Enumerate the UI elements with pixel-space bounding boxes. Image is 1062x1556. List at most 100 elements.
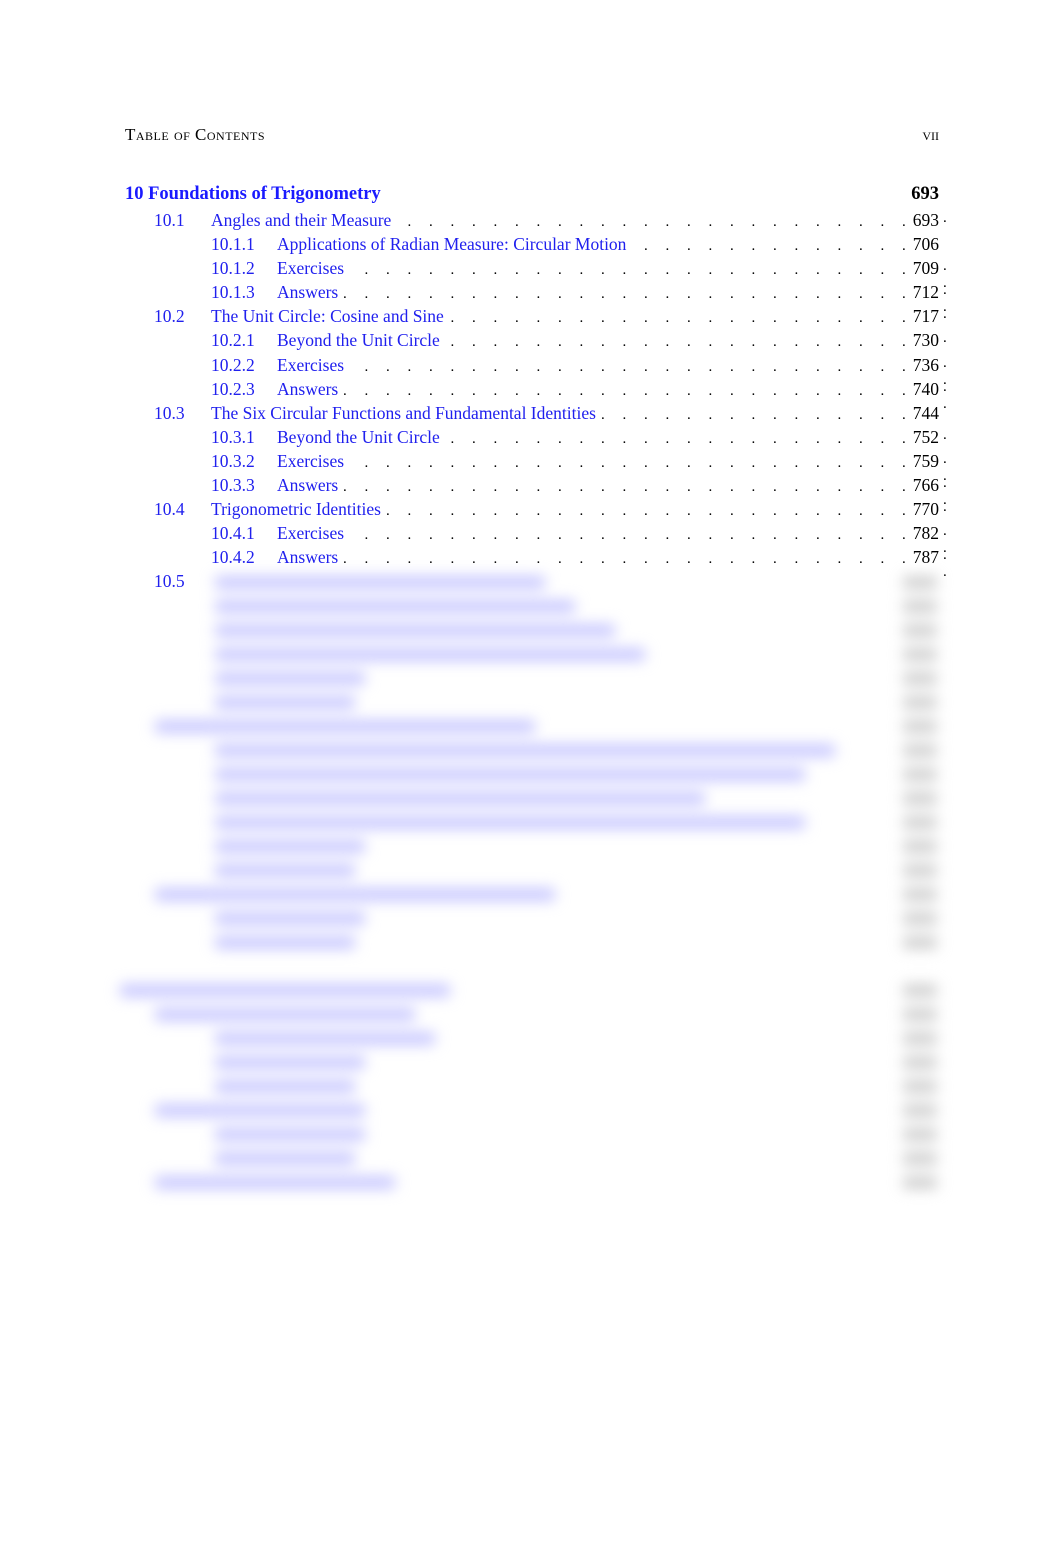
obscured-page-number <box>903 696 937 709</box>
chapter-title-link[interactable]: 10 Foundations of Trigonometry <box>125 184 381 205</box>
entry-title-link[interactable]: Answers <box>277 379 340 400</box>
dot-leader: . . . . . . . . . . . . . . . . . . . . … <box>393 214 913 230</box>
toc-section-entry[interactable]: 10.3 The Six Circular Functions and Funda… <box>125 403 939 427</box>
dot-leader: . . . . . . . . . . . . . . . . . . . . … <box>340 479 913 496</box>
toc-subsection-entry[interactable]: 10.2.2 Exercises. . . . . . . . . . . . .… <box>125 355 947 388</box>
toc-subsection-entry[interactable]: 10.3.3 Answers. . . . . . . . . . . . . .… <box>125 475 947 508</box>
entry-page-number: 740 <box>912 378 939 399</box>
toc-subsection-entry[interactable]: 10.3.1 Beyond the Unit Circle. . . . . . … <box>125 426 947 451</box>
entry-title-link[interactable]: The Unit Circle: Cosine and Sine <box>211 306 446 327</box>
toc-subsection-entry[interactable]: 10.1.3 Answers. . . . . . . . . . . . . .… <box>125 282 947 315</box>
obscured-page-number <box>903 840 937 853</box>
entry-page-number: 706 <box>912 234 939 255</box>
obscured-page-number <box>903 624 937 637</box>
entry-page-number: 770 <box>912 499 939 520</box>
obscured-line <box>215 1032 435 1045</box>
dot-leader: . . . . . . . . . . . . . . . . . . . . … <box>340 551 913 568</box>
toc-subsection-entry[interactable]: 10.1.1 Applications of Radian Measure: Ci… <box>125 234 939 258</box>
trailing-dots: . <box>943 330 955 347</box>
obscured-page-number <box>903 888 937 901</box>
entry-title-link[interactable]: Answers <box>277 547 340 568</box>
entry-title-link[interactable]: Angles and their Measure <box>211 210 393 231</box>
dot-leader: . . . . . . . . . . . . . . . . . . . . … <box>598 406 913 423</box>
entry-title-link[interactable]: Beyond the Unit Circle <box>277 427 442 448</box>
obscured-line <box>215 672 365 685</box>
running-head: Table of Contents vii <box>125 125 939 145</box>
toc-section-entry[interactable]: 10.2 The Unit Circle: Cosine and Sine. . … <box>125 306 947 330</box>
entry-number-link[interactable]: 10.4 <box>125 499 211 520</box>
entry-number-link[interactable]: 10.3.1 <box>125 427 277 448</box>
entry-number-link[interactable]: 10.1.1 <box>125 234 277 255</box>
table-of-contents: 10 Foundations of Trigonometry 693 10.1 A… <box>125 184 947 580</box>
toc-section-entry[interactable]: 10.4 Trigonometric Identities. . . . . . … <box>125 499 947 523</box>
obscured-line <box>215 696 355 709</box>
entry-page-number: 712 <box>912 282 939 303</box>
entry-number-link[interactable]: 10.2 <box>125 306 211 327</box>
chapter-entry[interactable]: 10 Foundations of Trigonometry 693 <box>125 184 939 210</box>
obscured-page-number <box>903 1128 937 1141</box>
entry-page-number: 709 <box>912 258 939 279</box>
entry-number-link[interactable]: 10.3.2 <box>125 451 277 472</box>
obscured-page-number <box>903 1152 937 1165</box>
chapter-page: 693 <box>911 184 939 204</box>
entry-number-link[interactable]: 10.2.3 <box>125 379 277 400</box>
entry-page-number: 752 <box>912 426 939 447</box>
trailing-dots: . . <box>943 547 955 581</box>
toc-subsection-entry[interactable]: 10.4.1 Exercises. . . . . . . . . . . . .… <box>125 523 947 556</box>
obscured-line <box>120 984 450 997</box>
entry-number-link[interactable]: 10.3 <box>125 403 211 424</box>
dot-leader: . . . . . . . . . . . . . . . . . . . . … <box>442 430 913 447</box>
entry-page-number: 766 <box>912 475 939 496</box>
toc-subsection-entry[interactable]: 10.1.2 Exercises. . . . . . . . . . . . .… <box>125 258 947 291</box>
trailing-dots: . <box>943 210 955 226</box>
entry-number-link[interactable]: 10.1 <box>125 210 211 231</box>
obscured-page-number <box>903 768 937 781</box>
entry-title-link[interactable]: Exercises <box>277 523 346 544</box>
toc-subsection-entry[interactable]: 10.3.2 Exercises. . . . . . . . . . . . .… <box>125 451 947 484</box>
entry-title-link[interactable]: Trigonometric Identities <box>211 499 383 520</box>
entry-title-link[interactable]: Beyond the Unit Circle <box>277 330 442 351</box>
entry-page-number: 730 <box>912 330 939 351</box>
entry-number-link[interactable]: 10.4.1 <box>125 523 277 544</box>
obscured-line <box>215 1152 355 1165</box>
toc-subsection-entry[interactable]: 10.2.3 Answers. . . . . . . . . . . . . .… <box>125 378 947 412</box>
obscured-page-number <box>903 1008 937 1021</box>
entry-title-link[interactable]: Exercises <box>277 258 346 279</box>
entry-page-number: 782 <box>912 523 939 544</box>
obscured-line <box>155 720 535 733</box>
entry-title-link[interactable]: Exercises <box>277 451 346 472</box>
entry-number-link[interactable]: 10.1.3 <box>125 282 277 303</box>
obscured-page-number <box>903 792 937 805</box>
obscured-line <box>215 1080 355 1093</box>
toc-section-number[interactable]: 10.5 <box>154 571 185 592</box>
toc-subsection-entry[interactable]: 10.4.2 Answers. . . . . . . . . . . . . .… <box>125 547 947 580</box>
obscured-page-number <box>903 936 937 949</box>
entry-number-link[interactable]: 10.4.2 <box>125 547 277 568</box>
toc-entries: 10.1 Angles and their Measure. . . . . . … <box>125 210 947 580</box>
entry-number-link[interactable]: 10.2.1 <box>125 330 277 351</box>
obscured-line <box>215 600 575 613</box>
obscured-page-number <box>903 600 937 613</box>
obscured-line <box>215 624 615 637</box>
obscured-page-number <box>903 672 937 685</box>
entry-number-link[interactable]: 10.3.3 <box>125 475 277 496</box>
obscured-line <box>215 936 355 949</box>
entry-page-number: 787 <box>912 547 939 568</box>
dot-leader: . . . . . . . . . . . . . . . . . . . . … <box>383 503 913 520</box>
dot-leader: . . . . . . . . . . . . . . . . . . . . … <box>346 527 913 544</box>
obscured-line <box>215 840 365 853</box>
toc-section-entry[interactable]: 10.1 Angles and their Measure. . . . . . … <box>125 210 947 234</box>
dot-leader: . . . . . . . . . . . . . . . . . . . . … <box>628 238 913 255</box>
entry-title-link[interactable]: The Six Circular Functions and Fundament… <box>211 403 598 424</box>
entry-number-link[interactable]: 10.2.2 <box>125 355 277 376</box>
trailing-dots: . <box>943 499 955 516</box>
entry-title-link[interactable]: Answers <box>277 475 340 496</box>
obscured-page-number <box>903 744 937 757</box>
entry-title-link[interactable]: Exercises <box>277 355 346 376</box>
entry-number-link[interactable]: 10.1.2 <box>125 258 277 279</box>
obscured-line <box>215 864 355 877</box>
entry-title-link[interactable]: Applications of Radian Measure: Circular… <box>277 234 628 255</box>
entry-title-link[interactable]: Answers <box>277 282 340 303</box>
toc-subsection-entry[interactable]: 10.2.1 Beyond the Unit Circle. . . . . . … <box>125 330 947 354</box>
obscured-line <box>215 792 705 805</box>
